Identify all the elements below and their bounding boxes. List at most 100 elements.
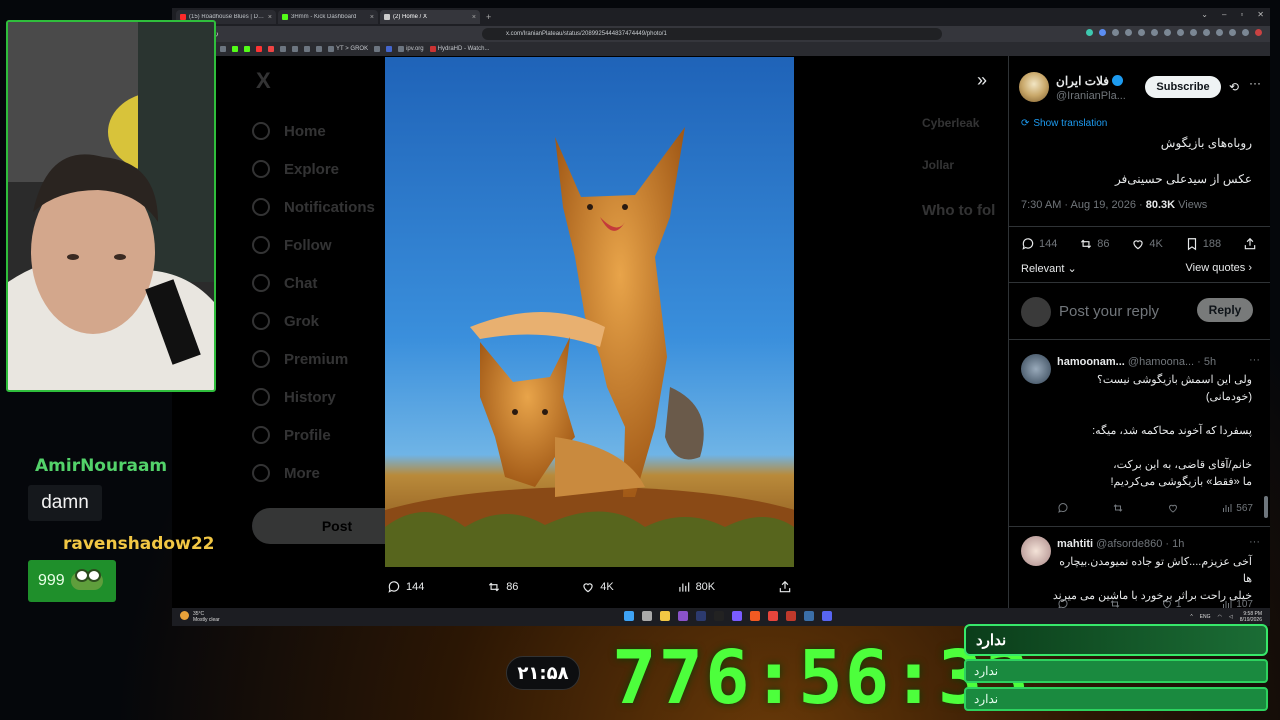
avatar[interactable] [1021, 354, 1051, 384]
app-icon[interactable] [786, 611, 796, 621]
brave-icon[interactable] [750, 611, 760, 621]
chrome-icon[interactable] [768, 611, 778, 621]
like-stat[interactable]: 4K [1131, 237, 1163, 251]
nav-premium[interactable]: Premium [252, 340, 402, 378]
extension-icon[interactable] [1177, 29, 1184, 36]
avatar[interactable] [1019, 72, 1049, 102]
bookmark-item[interactable] [256, 46, 262, 52]
avatar[interactable] [1021, 536, 1051, 566]
more-icon[interactable]: ··· [1249, 536, 1260, 548]
app-icon[interactable] [678, 611, 688, 621]
app-icon[interactable] [696, 611, 706, 621]
more-icon[interactable]: ··· [1249, 76, 1261, 90]
language-indicator[interactable]: ENG [1200, 614, 1211, 620]
app-icon[interactable] [732, 611, 742, 621]
scrollbar[interactable] [1264, 496, 1268, 518]
close-icon[interactable]: × [370, 14, 374, 21]
windows-start-icon[interactable] [624, 611, 634, 621]
bookmark-item[interactable] [280, 46, 286, 52]
comment-author[interactable]: hamoonam... @hamoona... · 5h [1057, 356, 1216, 368]
wifi-icon[interactable]: ◠ [1218, 614, 1222, 620]
weather-widget[interactable]: 35°C Mostly clear [180, 611, 220, 623]
extension-icon[interactable] [1203, 29, 1210, 36]
x-logo[interactable]: X [252, 68, 402, 94]
extension-icon[interactable] [1164, 29, 1171, 36]
nav-follow[interactable]: Follow [252, 226, 402, 264]
bookmark-item[interactable] [268, 46, 274, 52]
reply-action[interactable]: 144 [387, 580, 424, 594]
show-translation-link[interactable]: ⟳ Show translation [1021, 118, 1107, 129]
tab-x-home[interactable]: (2) Home / X × [380, 10, 480, 24]
subscribe-button[interactable]: Subscribe [1145, 76, 1221, 98]
file-explorer-icon[interactable] [660, 611, 670, 621]
tweet-photo[interactable] [385, 57, 794, 567]
reply-stat[interactable]: 144 [1021, 237, 1057, 251]
tab-kick[interactable]: 3Hmm - Kick Dashboard × [278, 10, 378, 24]
task-view-icon[interactable] [642, 611, 652, 621]
new-tab-button[interactable]: + [482, 12, 495, 22]
views-stat[interactable]: 107 [1221, 598, 1253, 608]
trend-item[interactable]: Cyberleak [922, 116, 1022, 130]
nav-notifications[interactable]: Notifications [252, 188, 402, 226]
views-stat[interactable]: 567 [1221, 502, 1253, 514]
share-stat[interactable] [1243, 237, 1257, 251]
list-item[interactable]: hamoonam... @hamoona... · 5h ··· ولی این… [1009, 354, 1270, 524]
extension-icon[interactable] [1099, 29, 1106, 36]
reply-icon[interactable] [1057, 502, 1069, 514]
system-clock[interactable]: 9:58 PM 8/19/2026 [1240, 611, 1262, 623]
extension-icon[interactable] [1138, 29, 1145, 36]
extension-icon[interactable] [1255, 29, 1262, 36]
bookmark-grok[interactable]: YT > GROK [328, 46, 368, 52]
views-action[interactable]: 80K [677, 580, 715, 594]
nav-more[interactable]: More [252, 454, 402, 492]
bookmark-item[interactable] [232, 46, 238, 52]
x-app-icon[interactable] [714, 611, 724, 621]
bookmark-item[interactable] [386, 46, 393, 52]
volume-icon[interactable]: ◁ [1229, 614, 1233, 620]
reply-input[interactable]: Post your reply [1059, 303, 1159, 320]
discord-icon[interactable] [822, 611, 832, 621]
view-quotes-link[interactable]: View quotes › [1186, 262, 1252, 274]
bookmark-item[interactable] [316, 46, 322, 52]
reply-button[interactable]: Reply [1197, 298, 1253, 322]
extension-icon[interactable] [1190, 29, 1197, 36]
bookmark-item[interactable] [220, 46, 226, 52]
extension-icon[interactable] [1112, 29, 1119, 36]
minimize-icon[interactable]: – [1222, 10, 1226, 19]
grok-icon[interactable]: ⟲ [1229, 80, 1239, 94]
heart-icon[interactable] [1167, 502, 1179, 514]
trend-item[interactable]: Jollar [922, 158, 1022, 172]
nav-history[interactable]: History [252, 378, 402, 416]
extension-icon[interactable] [1086, 29, 1093, 36]
extension-icon[interactable] [1216, 29, 1223, 36]
extension-icon[interactable] [1151, 29, 1158, 36]
nav-profile[interactable]: Profile [252, 416, 402, 454]
like-action[interactable]: 4K [581, 580, 614, 594]
repost-stat[interactable]: 86 [1079, 237, 1110, 251]
close-icon[interactable]: × [268, 14, 272, 21]
close-icon[interactable]: × [472, 14, 476, 21]
share-action[interactable] [778, 580, 792, 594]
maximize-icon[interactable]: ▫ [1240, 10, 1243, 19]
list-item[interactable]: mahtiti @afsorde860 · 1h ··· آخی عزیزم..… [1009, 536, 1270, 608]
repost-action[interactable]: 86 [487, 580, 518, 594]
bookmark-hydrahd[interactable]: HydraHD - Watch... [429, 46, 489, 52]
extension-icon[interactable] [1229, 29, 1236, 36]
close-window-icon[interactable]: ✕ [1257, 10, 1264, 19]
sort-dropdown[interactable]: Relevant ⌄ [1021, 262, 1077, 275]
steam-icon[interactable] [804, 611, 814, 621]
bookmark-item[interactable] [292, 46, 298, 52]
bookmark-stat[interactable]: 188 [1185, 237, 1221, 251]
url-input[interactable]: x.com/IranianPlateau/status/208992544483… [482, 28, 942, 40]
bookmark-item[interactable] [244, 46, 250, 52]
extension-icon[interactable] [1242, 29, 1249, 36]
bookmark-item[interactable] [304, 46, 310, 52]
like-stat[interactable]: 1 [1161, 598, 1181, 608]
bookmark-item[interactable] [374, 46, 381, 52]
comment-author[interactable]: mahtiti @afsorde860 · 1h [1057, 538, 1184, 550]
nav-grok[interactable]: Grok [252, 302, 402, 340]
author-handle[interactable]: @IranianPla... [1056, 90, 1126, 102]
repost-icon[interactable] [1112, 502, 1124, 514]
chevron-down-icon[interactable]: ⌄ [1201, 10, 1208, 19]
nav-home[interactable]: Home [252, 112, 402, 150]
